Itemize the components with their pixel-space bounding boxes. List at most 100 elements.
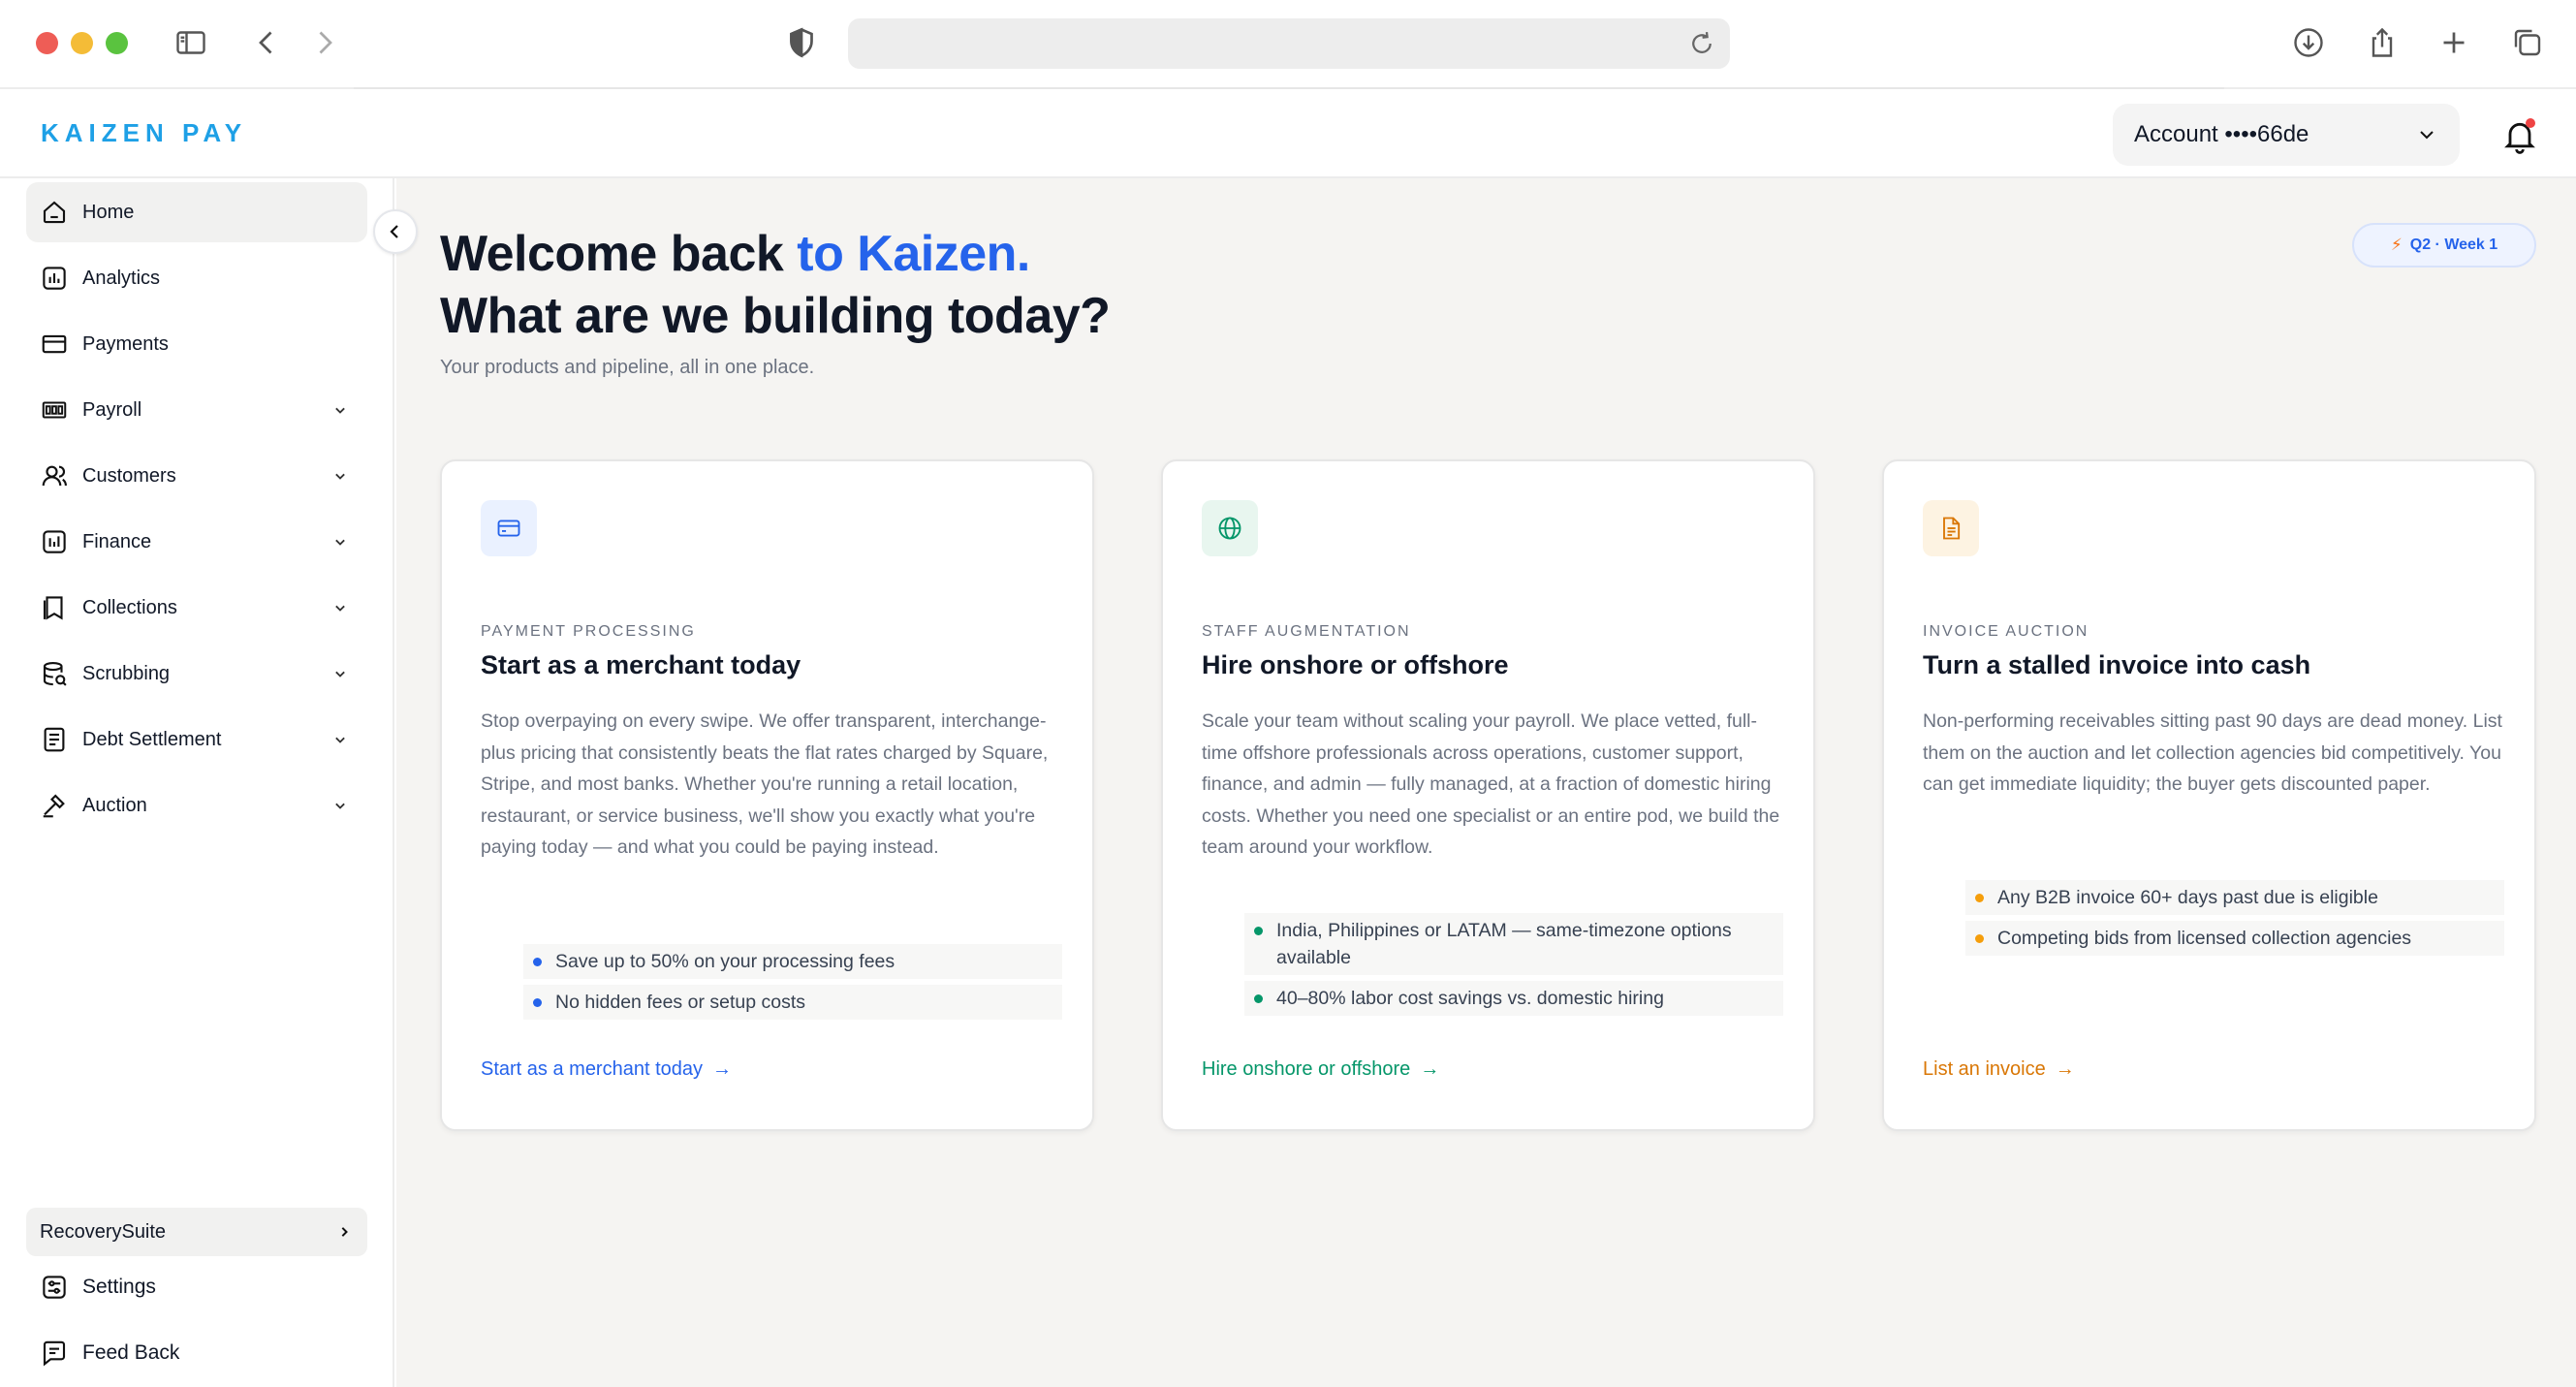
shield-icon[interactable] [780,21,823,64]
sidebar-item-label: Feed Back [82,1341,180,1364]
bullet-text: Any B2B invoice 60+ days past due is eli… [1997,887,2378,908]
card-link-label: List an invoice [1923,1058,2046,1080]
list-item: India, Philippines or LATAM — same-timez… [1244,913,1783,975]
app-header: KAIZEN PAY Account ••••66de [0,89,2576,178]
card-icon-container [1923,500,1979,556]
start-merchant-link[interactable]: Start as a merchant today → [481,1058,732,1081]
sidebar-item-label: Debt Settlement [82,728,222,750]
chevron-down-icon [335,803,345,809]
chevron-down-icon [335,737,345,743]
chevron-down-icon [335,539,345,546]
arrow-right-icon: → [1420,1058,1440,1080]
week-badge: ⚡ Q2 · Week 1 [2352,223,2536,268]
card-title: Start as a merchant today [481,650,801,679]
bullet-text: Save up to 50% on your processing fees [555,951,895,972]
card-bullets: Save up to 50% on your processing fees N… [523,944,1062,1025]
minimize-window-button[interactable] [71,32,93,54]
close-window-button[interactable] [36,32,58,54]
download-icon[interactable] [2287,21,2330,64]
sidebar-item-customers[interactable]: Customers [26,446,367,506]
chevron-down-icon [335,473,345,480]
main-content: Welcome back to Kaizen. What are we buil… [396,178,2576,1387]
bullet-dot [1254,994,1263,1003]
recovery-suite-label: RecoverySuite [40,1220,167,1243]
card-description: Stop overpaying on every swipe. We offer… [481,710,1049,858]
analytics-icon [43,267,66,290]
title-brand: to Kaizen. [797,226,1030,282]
sidebar: Home Analytics Payments Payroll Customer… [0,178,394,1387]
sidebar-item-collections[interactable]: Collections [26,578,367,638]
chevron-down-icon [335,671,345,678]
arrow-right-icon: → [712,1058,733,1080]
sidebar-toggle-icon[interactable] [170,21,212,64]
sidebar-item-label: Home [82,201,135,223]
sidebar-item-label: Payroll [82,398,142,421]
sidebar-item-payments[interactable]: Payments [26,314,367,374]
bullet-text: Competing bids from licensed collection … [1997,928,2412,949]
forward-icon[interactable] [303,21,346,64]
bullet-dot [533,998,542,1007]
users-icon [42,465,67,487]
account-label: Account ••••66de [2134,121,2309,147]
globe-icon [1218,517,1241,540]
bullet-dot [533,958,542,966]
credit-card-icon [497,520,520,537]
card-eyebrow: INVOICE AUCTION [1923,623,2089,640]
invoice-icon [1943,517,1961,540]
sidebar-item-scrubbing[interactable]: Scrubbing [26,644,367,704]
card-bullets: India, Philippines or LATAM — same-timez… [1244,913,1783,1022]
list-invoice-link[interactable]: List an invoice → [1923,1058,2075,1081]
share-icon[interactable] [2361,21,2403,64]
product-card-staff-augmentation: STAFF AUGMENTATION Hire onshore or offsh… [1161,459,1815,1131]
gavel-icon [43,794,65,818]
new-tab-icon[interactable] [2433,21,2475,64]
collapse-sidebar-button[interactable] [373,209,418,254]
finance-icon [43,530,66,553]
sidebar-item-label: Scrubbing [82,662,171,684]
notifications-button[interactable] [2500,116,2539,155]
recovery-suite-button[interactable]: RecoverySuite [26,1208,367,1256]
chevron-down-icon [335,407,345,414]
brand-logo[interactable]: KAIZEN PAY [41,118,247,148]
sidebar-item-feedback[interactable]: Feed Back [26,1323,367,1383]
sidebar-item-finance[interactable]: Finance [26,512,367,572]
list-item: Any B2B invoice 60+ days past due is eli… [1965,880,2504,915]
sidebar-item-home[interactable]: Home [26,182,367,242]
chevron-left-icon [390,225,398,238]
bullet-dot [1975,894,1984,902]
settings-icon [43,1276,66,1299]
account-selector[interactable]: Account ••••66de [2113,104,2460,166]
sidebar-item-analytics[interactable]: Analytics [26,248,367,308]
list-item: No hidden fees or setup costs [523,985,1062,1020]
chevron-down-icon [335,605,345,612]
back-icon[interactable] [245,21,288,64]
list-item: 40–80% labor cost savings vs. domestic h… [1244,981,1783,1016]
week-badge-label: Q2 · Week 1 [2409,236,2498,253]
database-icon [43,661,67,686]
sidebar-item-auction[interactable]: Auction [26,775,367,835]
address-bar[interactable] [848,18,1730,69]
tab-overview-icon[interactable] [2506,21,2549,64]
card-link-label: Start as a merchant today [481,1058,704,1080]
card-eyebrow: STAFF AUGMENTATION [1202,623,1411,640]
sidebar-item-label: Customers [82,464,176,487]
chevron-right-icon [341,1227,348,1237]
card-eyebrow: PAYMENT PROCESSING [481,623,696,640]
card-title: Turn a stalled invoice into cash [1923,650,2311,679]
sidebar-item-payroll[interactable]: Payroll [26,380,367,440]
browser-toolbar [0,0,2576,89]
sidebar-item-label: Finance [82,530,152,552]
title-question: What are we building today? [440,288,1111,344]
sidebar-item-label: Settings [82,1276,156,1298]
maximize-window-button[interactable] [106,32,128,54]
card-icon-container [1202,500,1258,556]
hire-staff-link[interactable]: Hire onshore or offshore → [1202,1058,1439,1081]
sidebar-item-label: Analytics [82,267,161,289]
sidebar-item-label: Payments [82,332,169,355]
document-icon [44,727,65,752]
sidebar-item-debt-settlement[interactable]: Debt Settlement [26,709,367,770]
reload-icon[interactable] [1687,29,1716,58]
feedback-icon [43,1340,66,1367]
product-card-payment-processing: PAYMENT PROCESSING Start as a merchant t… [440,459,1094,1131]
sidebar-item-settings[interactable]: Settings [26,1257,367,1317]
